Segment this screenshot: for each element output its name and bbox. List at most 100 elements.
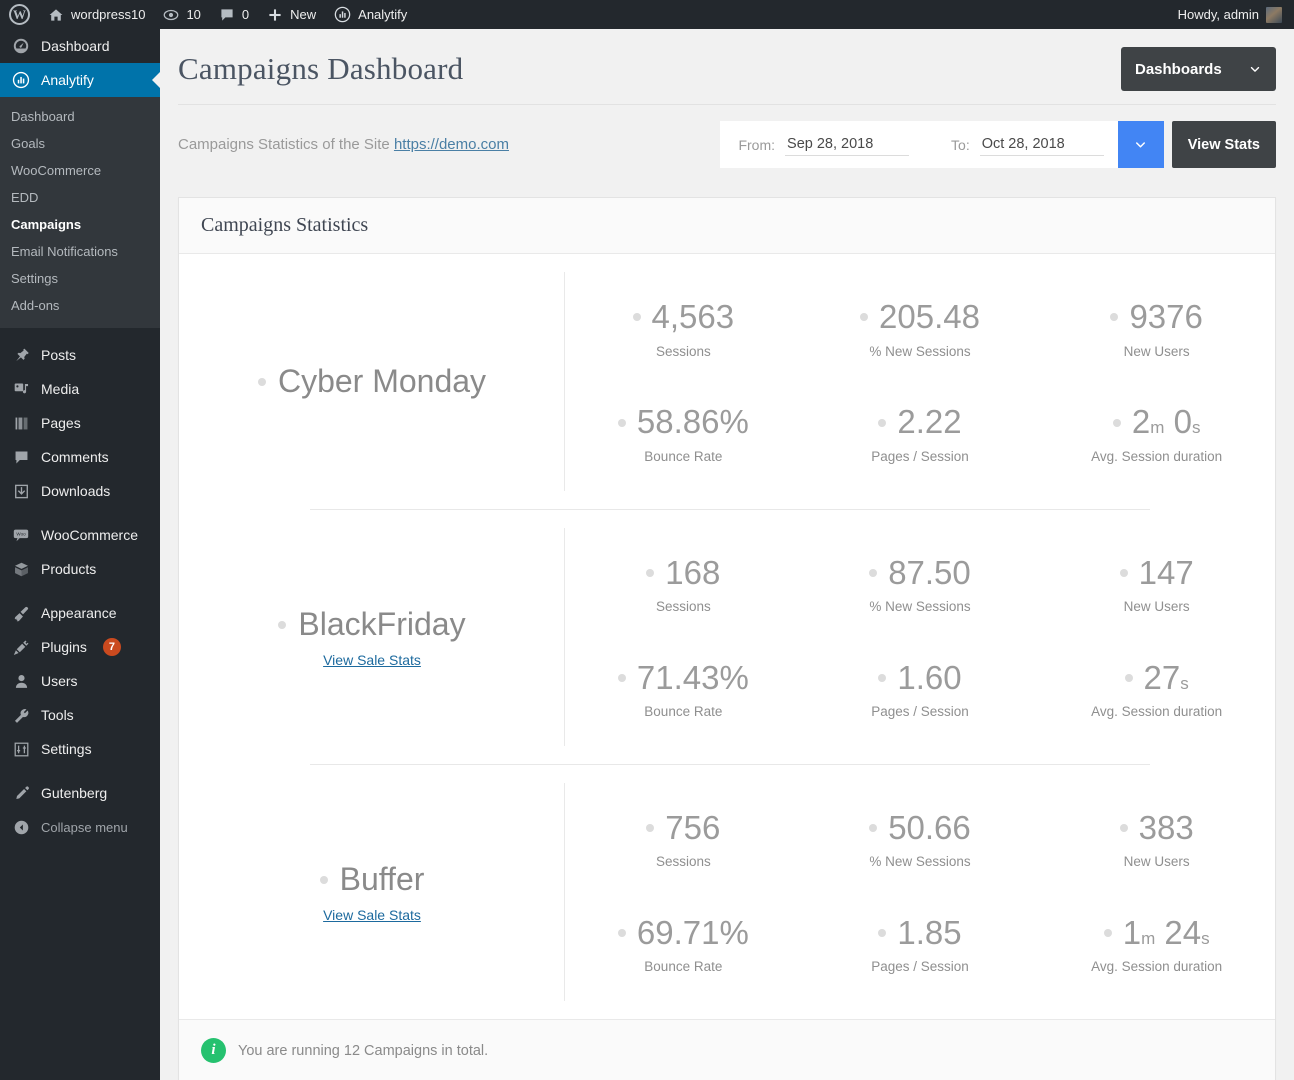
- submenu-item-dashboard[interactable]: Dashboard: [0, 103, 160, 130]
- metric-avg-duration: 27s Avg. Session duration: [1038, 637, 1275, 742]
- metric-bounce-rate: 69.71% Bounce Rate: [565, 892, 802, 997]
- submenu-item-campaigns[interactable]: Campaigns: [0, 211, 160, 238]
- sidebar-item-label: Media: [41, 381, 80, 397]
- metric-sessions: 168 Sessions: [565, 532, 802, 637]
- sidebar-item-users[interactable]: Users: [0, 664, 160, 698]
- new-content-menu[interactable]: New: [258, 0, 325, 29]
- campaign-row: Buffer View Sale Stats 756 Sessions 50.6…: [179, 764, 1275, 1019]
- metric-sessions: 756 Sessions: [565, 787, 802, 892]
- view-stats-button[interactable]: View Stats: [1171, 121, 1276, 168]
- avatar: [1266, 6, 1282, 23]
- view-sale-stats-link[interactable]: View Sale Stats: [323, 907, 421, 923]
- sidebar-item-label: Posts: [41, 347, 77, 363]
- wordpress-logo-icon: [9, 4, 30, 25]
- date-range-toggle-button[interactable]: [1117, 121, 1164, 168]
- submenu-item-woocommerce[interactable]: WooCommerce: [0, 157, 160, 184]
- submenu-item-edd[interactable]: EDD: [0, 184, 160, 211]
- metric-label: % New Sessions: [869, 343, 971, 359]
- collapse-menu-button[interactable]: Collapse menu: [0, 810, 160, 844]
- updates-menu[interactable]: 10: [154, 0, 209, 29]
- admin-sidebar: Dashboard Analytify Dashboard Goals WooC…: [0, 29, 160, 1080]
- sidebar-item-label: Pages: [41, 415, 81, 431]
- sidebar-item-gutenberg[interactable]: Gutenberg: [0, 776, 160, 810]
- metric-label: Bounce Rate: [644, 449, 723, 465]
- sidebar-item-analytify[interactable]: Analytify: [0, 63, 160, 97]
- sidebar-separator: [0, 328, 160, 338]
- metric-avg-duration: 1m 24s Avg. Session duration: [1038, 892, 1275, 997]
- metric-value: 4,563: [632, 298, 734, 336]
- metric-value: 168: [646, 554, 720, 592]
- metric-value: 147: [1119, 554, 1194, 592]
- my-account-menu[interactable]: Howdy, admin: [1169, 0, 1294, 29]
- metric-label: New Users: [1123, 854, 1190, 870]
- sidebar-item-plugins[interactable]: Plugins 7: [0, 630, 160, 664]
- wp-logo-menu[interactable]: [0, 0, 39, 29]
- submenu-item-email-notifications[interactable]: Email Notifications: [0, 238, 160, 265]
- site-url-link[interactable]: https://demo.com: [394, 136, 509, 153]
- sidebar-item-pages[interactable]: Pages: [0, 406, 160, 440]
- metric-bounce-rate: 58.86% Bounce Rate: [565, 382, 802, 488]
- plug-icon: [11, 637, 31, 657]
- metric-value: 383: [1119, 809, 1194, 847]
- page-header: Campaigns Dashboard Dashboards: [160, 29, 1294, 91]
- sidebar-item-label: Downloads: [41, 483, 111, 499]
- user-icon: [11, 671, 31, 691]
- to-label: To:: [951, 136, 970, 153]
- metric-new-users: 383 New Users: [1038, 787, 1275, 892]
- panel-body: Cyber Monday 4,563 Sessions 205.48 % New…: [179, 254, 1275, 1019]
- metric-label: Sessions: [655, 599, 711, 615]
- metric-value: 87.50: [869, 554, 971, 592]
- view-sale-stats-link[interactable]: View Sale Stats: [323, 652, 421, 668]
- metric-sessions: 4,563 Sessions: [565, 276, 802, 382]
- sidebar-item-woocommerce[interactable]: Woo WooCommerce: [0, 518, 160, 552]
- sidebar-item-appearance[interactable]: Appearance: [0, 596, 160, 630]
- metric-new-users: 147 New Users: [1038, 532, 1275, 637]
- sidebar-item-comments[interactable]: Comments: [0, 440, 160, 474]
- from-date-input[interactable]: [785, 133, 910, 156]
- products-icon: [11, 559, 31, 579]
- metric-label: Bounce Rate: [644, 704, 723, 720]
- sidebar-item-dashboard[interactable]: Dashboard: [0, 29, 160, 63]
- page-title: Campaigns Dashboard: [178, 51, 464, 86]
- to-date-input[interactable]: [979, 133, 1104, 156]
- metric-value: 1.60: [878, 659, 962, 697]
- metric-bounce-rate: 71.43% Bounce Rate: [565, 637, 802, 742]
- panel-title: Campaigns Statistics: [201, 214, 369, 236]
- metric-avg-duration: 2m 0s Avg. Session duration: [1038, 382, 1275, 488]
- sidebar-item-label: Gutenberg: [41, 785, 108, 801]
- metric-pages-session: 1.60 Pages / Session: [802, 637, 1039, 742]
- metric-value: 50.66: [869, 809, 971, 847]
- pin-icon: [11, 345, 31, 365]
- campaign-metrics: 4,563 Sessions 205.48 % New Sessions 937…: [565, 254, 1275, 509]
- submenu-item-add-ons[interactable]: Add-ons: [0, 292, 160, 319]
- admin-bar: wordpress10 10 0 New Analytify Howdy, ad…: [0, 0, 1294, 29]
- metric-label: New Users: [1123, 599, 1190, 615]
- metric-label: % New Sessions: [869, 854, 971, 870]
- comments-count: 0: [241, 7, 250, 22]
- sidebar-item-settings[interactable]: Settings: [0, 732, 160, 766]
- sidebar-item-media[interactable]: Media: [0, 372, 160, 406]
- analytify-icon: [334, 6, 351, 23]
- sidebar-item-label: Comments: [41, 449, 109, 465]
- submenu-item-goals[interactable]: Goals: [0, 130, 160, 157]
- date-range-controls: From: To: View Stats: [720, 121, 1276, 168]
- comments-menu[interactable]: 0: [210, 0, 258, 29]
- analytify-adminbar-menu[interactable]: Analytify: [325, 0, 416, 29]
- campaign-identity: BlackFriday View Sale Stats: [179, 510, 565, 764]
- media-icon: [11, 379, 31, 399]
- site-name-menu[interactable]: wordpress10: [39, 0, 154, 29]
- comment-bubble-icon: [219, 7, 235, 23]
- dashboards-dropdown[interactable]: Dashboards: [1121, 47, 1276, 91]
- sidebar-item-posts[interactable]: Posts: [0, 338, 160, 372]
- sidebar-item-products[interactable]: Products: [0, 552, 160, 586]
- submenu-item-settings[interactable]: Settings: [0, 265, 160, 292]
- sidebar-item-label: Plugins: [41, 639, 87, 655]
- sidebar-item-tools[interactable]: Tools: [0, 698, 160, 732]
- analytify-submenu: Dashboard Goals WooCommerce EDD Campaign…: [0, 97, 160, 328]
- sidebar-item-downloads[interactable]: Downloads: [0, 474, 160, 508]
- metric-value: 1m 24s: [1103, 914, 1210, 952]
- metric-value: 58.86%: [617, 403, 749, 441]
- campaign-metrics: 756 Sessions 50.66 % New Sessions 383 Ne…: [565, 765, 1275, 1019]
- metric-label: Avg. Session duration: [1091, 704, 1223, 720]
- metric-value: 69.71%: [617, 914, 749, 952]
